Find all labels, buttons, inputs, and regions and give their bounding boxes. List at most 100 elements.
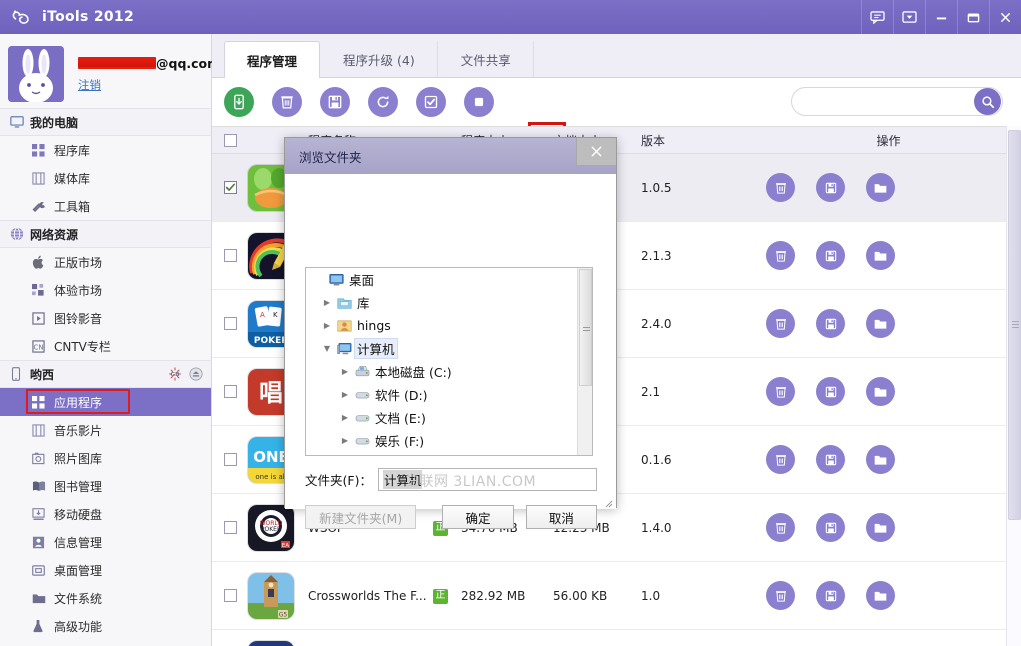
feedback-icon[interactable] <box>861 0 893 34</box>
sidebar-item-toolbox[interactable]: 工具箱 <box>0 192 211 220</box>
cancel-button[interactable]: 取消 <box>526 505 597 529</box>
backup-button[interactable] <box>816 581 845 610</box>
close-icon[interactable] <box>989 0 1021 34</box>
delete-button[interactable] <box>766 445 795 474</box>
avatar[interactable] <box>8 46 64 102</box>
chevron-right-icon[interactable]: ▶ <box>338 436 352 445</box>
sidebar-item-trial-market[interactable]: 体验市场 <box>0 276 211 304</box>
stop-button[interactable] <box>464 87 494 117</box>
table-row[interactable]: G5 Crossworlds The F... 正 282.92 MB 56.0… <box>212 562 1021 630</box>
sidebar-item-cntv[interactable]: CN CNTV专栏 <box>0 332 211 360</box>
open-folder-button[interactable] <box>866 445 895 474</box>
app-version: 1.0 <box>641 589 756 603</box>
sidebar-item-media-library[interactable]: 媒体库 <box>0 164 211 192</box>
chevron-down-icon[interactable]: ▼ <box>320 344 334 353</box>
chevron-right-icon[interactable]: ▶ <box>338 367 352 376</box>
chevron-right-icon[interactable]: ▶ <box>320 298 334 307</box>
resize-grip-icon[interactable] <box>603 497 613 507</box>
backup-button[interactable] <box>816 513 845 542</box>
tree-node-user-hings[interactable]: ▶ hings <box>306 314 592 337</box>
row-checkbox[interactable] <box>224 385 237 398</box>
maximize-icon[interactable] <box>957 0 989 34</box>
select-all-button[interactable] <box>416 87 446 117</box>
open-folder-button[interactable] <box>866 309 895 338</box>
sidebar-item-file-system[interactable]: 文件系统 <box>0 584 211 612</box>
svg-text:GB: GB <box>171 372 180 378</box>
chevron-right-icon[interactable]: ▶ <box>338 390 352 399</box>
tree-node-disk-f[interactable]: ▶ 娱乐 (F:) <box>306 429 592 452</box>
sidebar-item-advanced-features[interactable]: 高级功能 <box>0 612 211 640</box>
table-scrollbar[interactable] <box>1006 126 1021 646</box>
open-folder-button[interactable] <box>866 581 895 610</box>
scrollbar-thumb[interactable] <box>1008 130 1021 520</box>
tree-node-desktop[interactable]: 桌面 <box>306 268 592 291</box>
search-box[interactable] <box>791 87 1003 116</box>
table-row[interactable] <box>212 630 1021 646</box>
user-panel: @qq.com 注销 <box>0 34 211 108</box>
tree-scrollbar[interactable] <box>577 268 592 455</box>
backup-button[interactable] <box>816 241 845 270</box>
backup-button[interactable] <box>816 309 845 338</box>
tree-scrollbar-thumb[interactable] <box>579 269 592 386</box>
sidebar-item-info-management[interactable]: 信息管理 <box>0 528 211 556</box>
uninstall-button[interactable] <box>272 87 302 117</box>
delete-button[interactable] <box>766 377 795 406</box>
tree-node-libraries[interactable]: ▶ 库 <box>306 291 592 314</box>
sidebar-item-portable-disk[interactable]: 移动硬盘 <box>0 500 211 528</box>
new-folder-button[interactable]: 新建文件夹(M) <box>305 505 416 529</box>
tab-file-sharing[interactable]: 文件共享 <box>438 41 534 77</box>
row-checkbox[interactable] <box>224 521 237 534</box>
open-folder-button[interactable] <box>866 513 895 542</box>
delete-button[interactable] <box>766 173 795 202</box>
window-title: iTools 2012 <box>42 9 134 25</box>
delete-button[interactable] <box>766 581 795 610</box>
sidebar-item-applications[interactable]: 应用程序 <box>0 388 211 416</box>
open-folder-button[interactable] <box>866 241 895 270</box>
row-checkbox[interactable] <box>224 453 237 466</box>
select-all-checkbox[interactable] <box>224 134 237 147</box>
sidebar-item-music-video[interactable]: 音乐影片 <box>0 416 211 444</box>
install-button[interactable] <box>224 87 254 117</box>
delete-button[interactable] <box>766 241 795 270</box>
sidebar-item-book-management[interactable]: 图书管理 <box>0 472 211 500</box>
sidebar-item-app-library[interactable]: 程序库 <box>0 136 211 164</box>
eject-icon[interactable] <box>189 367 203 384</box>
tree-node-computer[interactable]: ▼ 计算机 <box>306 337 592 360</box>
backup-button[interactable] <box>816 377 845 406</box>
open-folder-button[interactable] <box>866 377 895 406</box>
sidebar-item-desktop-management[interactable]: 桌面管理 <box>0 556 211 584</box>
ok-button[interactable]: 确定 <box>442 505 513 529</box>
tree-node-local-disk-c[interactable]: ▶ 本地磁盘 (C:) <box>306 360 592 383</box>
backup-button[interactable] <box>320 87 350 117</box>
chevron-right-icon[interactable]: ▶ <box>320 321 334 330</box>
contact-icon <box>32 536 54 549</box>
refresh-button[interactable] <box>368 87 398 117</box>
minimize-to-tray-icon[interactable] <box>893 0 925 34</box>
column-header-version[interactable]: 版本 <box>641 132 756 149</box>
chevron-right-icon[interactable]: ▶ <box>338 413 352 422</box>
delete-button[interactable] <box>766 309 795 338</box>
tree-node-disk-d[interactable]: ▶ 软件 (D:) <box>306 383 592 406</box>
sidebar-item-ringtones-video[interactable]: 图铃影音 <box>0 304 211 332</box>
folder-tree[interactable]: 桌面 ▶ 库 ▶ hings ▼ 计算机 ▶ <box>305 267 593 456</box>
dialog-close-icon[interactable] <box>576 138 616 166</box>
search-input[interactable] <box>792 95 974 109</box>
folder-input[interactable]: 计算机 三联网 3LIAN.COM <box>378 468 597 491</box>
row-checkbox[interactable] <box>224 181 237 194</box>
row-checkbox[interactable] <box>224 249 237 262</box>
row-checkbox[interactable] <box>224 589 237 602</box>
tree-node-disk-e[interactable]: ▶ 文档 (E:) <box>306 406 592 429</box>
open-folder-button[interactable] <box>866 173 895 202</box>
search-icon[interactable] <box>974 88 1001 115</box>
sidebar-item-official-market[interactable]: 正版市场 <box>0 248 211 276</box>
delete-button[interactable] <box>766 513 795 542</box>
sync-icon[interactable]: GB <box>167 367 183 384</box>
backup-button[interactable] <box>816 173 845 202</box>
sidebar-item-photo-library[interactable]: 照片图库 <box>0 444 211 472</box>
row-checkbox[interactable] <box>224 317 237 330</box>
backup-button[interactable] <box>816 445 845 474</box>
logout-link[interactable]: 注销 <box>78 77 101 93</box>
tab-program-management[interactable]: 程序管理 <box>224 41 320 78</box>
tab-program-upgrade[interactable]: 程序升级 (4) <box>320 41 438 77</box>
minimize-icon[interactable] <box>925 0 957 34</box>
